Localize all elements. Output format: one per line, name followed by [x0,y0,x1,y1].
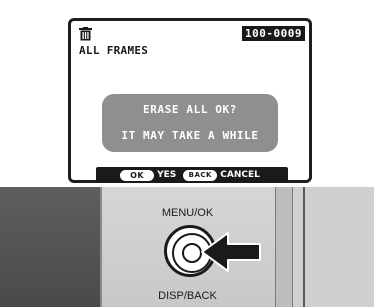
camera-back-photo: MENU/OK DISP/BACK [0,187,374,307]
lcd-screen: 100-0009 ALL FRAMES ERASE ALL OK? IT MAY… [68,18,312,183]
trash-icon [79,27,92,41]
erase-mode-label: ALL FRAMES [79,44,149,57]
yes-label: YES [157,170,177,180]
camera-edge-strip [275,187,293,307]
ok-key-badge[interactable]: OK [120,169,155,181]
camera-grip [0,187,100,307]
cancel-label: CANCEL [220,170,260,180]
arrow-left-icon [201,232,261,272]
back-key-badge[interactable]: BACK [183,169,218,181]
disp-back-label: DISP/BACK [158,290,217,302]
button-guide-bar: OK YES BACK CANCEL [96,167,288,183]
menu-ok-label: MENU/OK [161,207,214,219]
frame-number: 100-0009 [242,26,305,41]
confirm-dialog: ERASE ALL OK? IT MAY TAKE A WHILE [102,94,278,152]
dialog-question: ERASE ALL OK? [143,103,237,116]
camera-edge-strip [293,187,305,307]
dialog-warning: IT MAY TAKE A WHILE [121,129,259,142]
camera-side [305,187,374,307]
instruction-illustration: 100-0009 ALL FRAMES ERASE ALL OK? IT MAY… [0,0,374,187]
